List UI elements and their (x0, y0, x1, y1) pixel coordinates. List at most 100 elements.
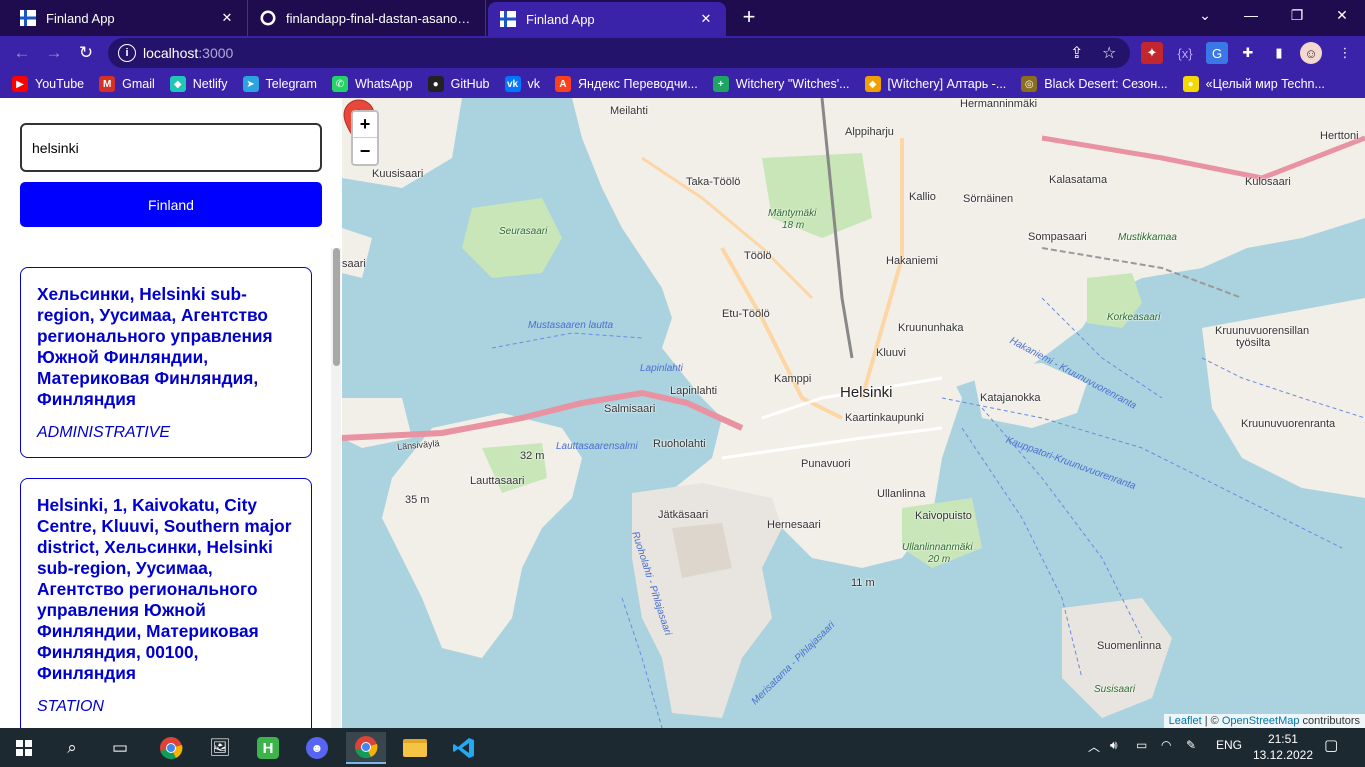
system-clock[interactable]: 21:51 13.12.2022 (1253, 731, 1313, 763)
close-window-button[interactable]: ✕ (1319, 0, 1365, 30)
tab-finland-app-1[interactable]: Finland App ✕ (8, 0, 248, 36)
side-panel-icon[interactable]: ▮ (1268, 42, 1290, 64)
bookmark-favicon-icon: ● (427, 76, 444, 92)
bookmark-label: Gmail (122, 77, 155, 91)
profile-avatar[interactable]: ☺ (1300, 42, 1322, 64)
battery-icon[interactable]: ▭ (1136, 738, 1147, 752)
bookmark-favicon-icon: ◆ (864, 76, 881, 92)
attribution-contributors: contributors (1299, 715, 1360, 727)
tab-title: Finland App (526, 11, 595, 27)
tab-finland-app-active[interactable]: Finland App ✕ (488, 2, 726, 36)
menu-dots-icon[interactable]: ⋮ (1334, 42, 1356, 64)
map-label: Etu-Töölö (722, 308, 770, 320)
map-label: Kruununhaka (898, 322, 964, 334)
site-info-icon[interactable]: i (118, 44, 136, 62)
zoom-in-button[interactable]: + (353, 112, 377, 138)
search-icon[interactable]: ⌕ (52, 732, 92, 764)
map-label: Mäntymäki (768, 208, 817, 219)
file-explorer-icon[interactable] (395, 732, 435, 764)
bookmark-item[interactable]: vk vk (504, 76, 540, 92)
input-language[interactable]: ENG (1216, 738, 1242, 752)
bookmark-label: WhatsApp (354, 77, 413, 91)
chrome-active-icon[interactable] (346, 732, 386, 764)
scrollbar-thumb[interactable] (333, 248, 340, 366)
bookmark-item[interactable]: ● «Целый мир Techn... (1182, 76, 1325, 92)
result-card[interactable]: Хельсинки, Helsinki sub-region, Уусимаа,… (20, 267, 312, 458)
bookmark-label: Witchery "Witches'... (735, 77, 850, 91)
bookmark-item[interactable]: A Яндекс Переводчи... (555, 76, 698, 92)
extensions-puzzle-icon[interactable]: ✚ (1237, 42, 1259, 64)
zoom-out-button[interactable]: − (353, 138, 377, 164)
show-hidden-icons-chevron-icon[interactable]: ︿ (1088, 738, 1100, 755)
bookmark-item[interactable]: ➤ Telegram (242, 76, 317, 92)
chrome-icon[interactable] (151, 732, 191, 764)
browser-tab-strip: Finland App ✕ finlandapp-final-dastan-as… (0, 0, 1365, 36)
forward-button[interactable]: → (40, 39, 68, 67)
map-label: Lapinlahti (670, 385, 718, 397)
map-label: Meilahti (610, 105, 648, 117)
tab-github[interactable]: finlandapp-final-dastan-asanov/s (248, 0, 486, 36)
map-label: Kalasatama (1049, 174, 1108, 186)
leaflet-link[interactable]: Leaflet (1169, 715, 1202, 727)
bookmark-item[interactable]: ◆ [Witchery] Алтарь -... (864, 76, 1006, 92)
vscode-icon[interactable] (444, 732, 484, 764)
pen-icon[interactable]: ✎ (1186, 738, 1196, 752)
hyper-app-icon[interactable]: H (248, 732, 288, 764)
map-label-helsinki: Helsinki (840, 384, 893, 401)
bookmark-favicon-icon: ➤ (242, 76, 259, 92)
osm-link[interactable]: OpenStreetMap (1222, 715, 1300, 727)
map-label: Seurasaari (499, 226, 548, 237)
clock-time: 21:51 (1267, 732, 1298, 746)
map-label: Suomenlinna (1097, 640, 1162, 652)
bookmark-item[interactable]: + Witchery "Witches'... (712, 76, 850, 92)
google-translate-icon[interactable]: G (1206, 42, 1228, 64)
network-wifi-icon[interactable]: ◠ (1161, 738, 1171, 752)
reload-button[interactable]: ↻ (72, 39, 100, 67)
minimize-button[interactable]: — (1228, 0, 1274, 30)
map-label: Ullanlinnanmäki (902, 542, 973, 553)
map-label: Hakaniemi (886, 255, 938, 267)
address-url[interactable]: localhost:3000 (143, 45, 233, 61)
extension-braces-icon[interactable]: {x} (1174, 42, 1196, 64)
bookmark-item[interactable]: ▶ YouTube (12, 76, 84, 92)
notifications-icon[interactable]: ▢ (1324, 736, 1338, 754)
map-label: 35 m (405, 494, 430, 506)
map-label: Kluuvi (876, 347, 906, 359)
map-label: Ruoholahti (653, 438, 706, 450)
start-windows-icon[interactable] (4, 732, 44, 764)
extension-red-icon[interactable]: ✦ (1141, 42, 1163, 64)
share-icon[interactable]: ⇪ (1070, 43, 1083, 63)
result-card[interactable]: Helsinki, 1, Kaivokatu, City Centre, Klu… (20, 478, 312, 728)
search-finland-button[interactable]: Finland (20, 182, 322, 227)
bookmark-item[interactable]: M Gmail (99, 76, 155, 92)
back-button[interactable]: ← (8, 39, 36, 67)
restore-button[interactable]: ❐ (1274, 0, 1320, 30)
address-bar[interactable]: i localhost:3000 ⇪ ☆ (108, 38, 1130, 68)
search-input[interactable] (20, 123, 322, 172)
bookmark-favicon-icon: ◎ (1021, 76, 1038, 92)
map-label: Herttoni (1320, 130, 1359, 142)
map-label: 32 m (520, 450, 545, 462)
attribution-separator: | © (1201, 715, 1222, 727)
map-label: Kamppi (774, 373, 812, 385)
bookmark-item[interactable]: ◎ Black Desert: Сезон... (1021, 76, 1168, 92)
volume-icon[interactable]: 🔊︎ (1110, 738, 1118, 753)
bookmark-item[interactable]: ✆ WhatsApp (331, 76, 413, 92)
result-name: Хельсинки, Helsinki sub-region, Уусимаа,… (37, 284, 273, 409)
photos-app-icon[interactable]: 🖼 (200, 732, 240, 764)
bookmark-label: Netlify (192, 77, 228, 91)
result-type: ADMINISTRATIVE (37, 424, 171, 441)
tab-close-icon[interactable]: ✕ (698, 11, 714, 27)
map-view[interactable]: Meilahti Hermanninmäki Herttoni Alppihar… (342, 98, 1365, 728)
tab-search-chevron-icon[interactable]: ⌄ (1182, 0, 1228, 30)
map-label: Alppiharju (845, 126, 894, 138)
tab-close-icon[interactable]: ✕ (219, 10, 235, 26)
bookmark-star-icon[interactable]: ☆ (1102, 43, 1116, 63)
new-tab-button[interactable]: + (736, 4, 762, 30)
task-view-icon[interactable]: ▭ (100, 732, 140, 764)
discord-icon[interactable]: ☻ (297, 732, 337, 764)
bookmark-item[interactable]: ◆ Netlify (169, 76, 228, 92)
bookmark-item[interactable]: ● GitHub (427, 76, 490, 92)
bookmark-favicon-icon: ▶ (12, 76, 28, 92)
map-label: Lapinlahti (640, 363, 683, 374)
